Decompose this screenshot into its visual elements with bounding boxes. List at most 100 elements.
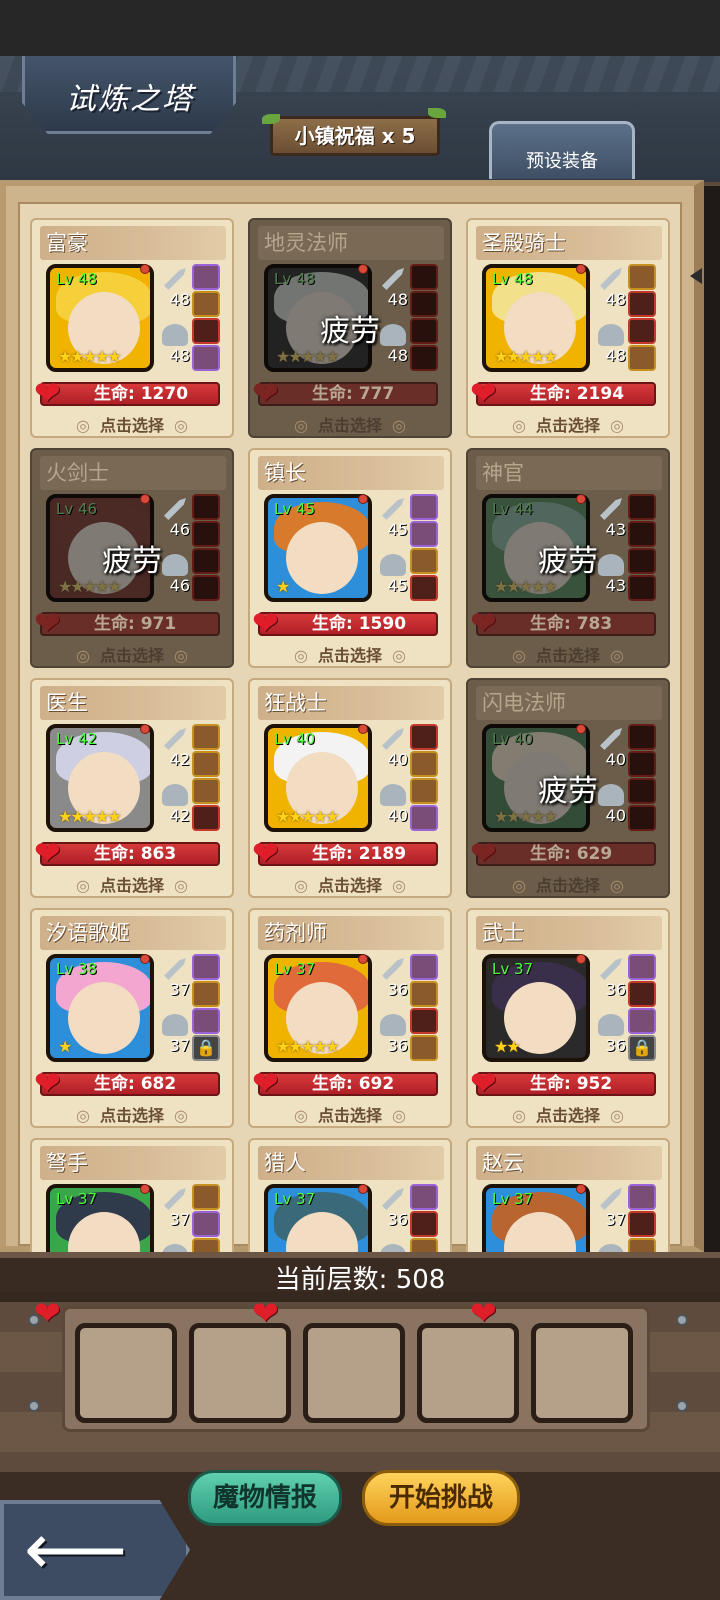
select-hint[interactable]: 点击选择 bbox=[32, 642, 232, 666]
equipment-slot-icon[interactable] bbox=[410, 318, 438, 344]
equipment-slot-icon[interactable] bbox=[628, 1211, 656, 1237]
equipment-slot-icon[interactable] bbox=[192, 778, 220, 804]
equipment-slot-icon[interactable] bbox=[410, 521, 438, 547]
equipment-slot-icon[interactable] bbox=[192, 575, 220, 601]
equipment-slot-icon[interactable] bbox=[410, 575, 438, 601]
equipment-slot-icon[interactable] bbox=[192, 1184, 220, 1210]
equipment-slot-icon[interactable] bbox=[628, 575, 656, 601]
equipment-slot-icon[interactable] bbox=[410, 264, 438, 290]
equipment-slot-icon[interactable] bbox=[192, 521, 220, 547]
equipment-slot-icon[interactable] bbox=[192, 805, 220, 831]
equipment-slot-icon[interactable] bbox=[410, 1035, 438, 1061]
select-hint[interactable]: 点击选择 bbox=[250, 642, 450, 666]
equipment-slot-icon[interactable] bbox=[628, 1184, 656, 1210]
equipment-slot-icon[interactable] bbox=[192, 1211, 220, 1237]
equipment-slot-icon[interactable] bbox=[192, 494, 220, 520]
hero-name: 医生 bbox=[40, 686, 226, 720]
hero-card[interactable]: 汐语歌姬 Lv 38 ★ 37 37 🔒 ❤ 生命: 682 点击选择 bbox=[30, 908, 234, 1128]
equipment-slot-icon[interactable] bbox=[628, 981, 656, 1007]
hero-card[interactable]: 富豪 Lv 48 ★★★★★ 48 48 ❤ 生命: 1270 点击选择 bbox=[30, 218, 234, 438]
hero-card[interactable]: 火剑士 Lv 46 ★★★★★ 46 46 疲劳 ❤ 生命: 971 点击选择 bbox=[30, 448, 234, 668]
lock-icon[interactable]: 🔒 bbox=[628, 1035, 656, 1061]
equipment-slot-icon[interactable] bbox=[628, 805, 656, 831]
equipment-slot-icon[interactable] bbox=[410, 1008, 438, 1034]
equipment-slot-icon[interactable] bbox=[410, 291, 438, 317]
equipment-slot-icon[interactable] bbox=[410, 751, 438, 777]
equipment-slot-icon[interactable] bbox=[192, 318, 220, 344]
equipment-slot-icon[interactable] bbox=[410, 954, 438, 980]
hero-card[interactable]: 狂战士 Lv 40 ★★★★★ 40 40 ❤ 生命: 2189 点击选择 bbox=[248, 678, 452, 898]
equipment-slot-icon[interactable] bbox=[192, 724, 220, 750]
equipment-slot-icon[interactable] bbox=[628, 1008, 656, 1034]
equipment-slot-icon[interactable] bbox=[410, 345, 438, 371]
team-slot[interactable] bbox=[189, 1323, 291, 1423]
team-slot[interactable] bbox=[531, 1323, 633, 1423]
equipment-slot-icon[interactable] bbox=[410, 1211, 438, 1237]
equipment-slot-icon[interactable] bbox=[628, 954, 656, 980]
equipment-slot-icon[interactable] bbox=[192, 981, 220, 1007]
select-hint[interactable]: 点击选择 bbox=[468, 1102, 668, 1126]
notification-dot bbox=[358, 954, 368, 964]
hero-card[interactable]: 镇长 Lv 45 ★ 45 45 ❤ 生命: 1590 点击选择 bbox=[248, 448, 452, 668]
hero-portrait[interactable]: Lv 48 ★★★★★ bbox=[46, 264, 154, 372]
hero-card[interactable]: 地灵法师 Lv 48 ★★★★★ 48 48 疲劳 ❤ 生命: 777 点击选择 bbox=[248, 218, 452, 438]
equipment-slot-icon[interactable] bbox=[192, 548, 220, 574]
preset-equipment-button[interactable]: 预设装备 bbox=[489, 121, 635, 179]
hero-card[interactable]: 药剂师 Lv 37 ★★★★★ 36 36 ❤ 生命: 692 点击选择 bbox=[248, 908, 452, 1128]
equipment-slot-icon[interactable] bbox=[628, 778, 656, 804]
select-hint[interactable]: 点击选择 bbox=[250, 1102, 450, 1126]
select-hint[interactable]: 点击选择 bbox=[32, 1102, 232, 1126]
hero-card[interactable]: 医生 Lv 42 ★★★★★ 42 42 ❤ 生命: 863 点击选择 bbox=[30, 678, 234, 898]
hero-portrait[interactable]: Lv 38 ★ bbox=[46, 954, 154, 1062]
page-title: 试炼之塔 bbox=[66, 82, 194, 117]
helmet-icon bbox=[598, 1014, 624, 1036]
equipment-slot-icon[interactable] bbox=[192, 345, 220, 371]
select-hint[interactable]: 点击选择 bbox=[468, 642, 668, 666]
equipment-slot-icon[interactable] bbox=[628, 548, 656, 574]
team-slot[interactable] bbox=[417, 1323, 519, 1423]
equipment-slot-icon[interactable] bbox=[410, 494, 438, 520]
equipment-slot-icon[interactable] bbox=[628, 264, 656, 290]
select-hint[interactable]: 点击选择 bbox=[468, 412, 668, 436]
hero-card[interactable]: 武士 Lv 37 ★★ 36 36 🔒 ❤ 生命: 952 点击选择 bbox=[466, 908, 670, 1128]
equipment-slot-icon[interactable] bbox=[192, 264, 220, 290]
equipment-slot-icon[interactable] bbox=[192, 954, 220, 980]
hero-portrait[interactable]: Lv 48 ★★★★★ bbox=[482, 264, 590, 372]
select-hint[interactable]: 点击选择 bbox=[468, 872, 668, 896]
equipment-slot-icon[interactable] bbox=[410, 1184, 438, 1210]
equipment-slot-icon[interactable] bbox=[192, 291, 220, 317]
hero-card[interactable]: 闪电法师 Lv 40 ★★★★★ 40 40 疲劳 ❤ 生命: 629 点击选择 bbox=[466, 678, 670, 898]
equipment-slot-icon[interactable] bbox=[410, 724, 438, 750]
equipment-slot-icon[interactable] bbox=[192, 1008, 220, 1034]
select-hint[interactable]: 点击选择 bbox=[32, 412, 232, 436]
lock-icon[interactable]: 🔒 bbox=[192, 1035, 220, 1061]
hero-card[interactable]: 神官 Lv 44 ★★★★★ 43 43 疲劳 ❤ 生命: 783 点击选择 bbox=[466, 448, 670, 668]
equipment-slot-icon[interactable] bbox=[628, 494, 656, 520]
equipment-slot-icon[interactable] bbox=[410, 981, 438, 1007]
start-challenge-button[interactable]: 开始挑战 bbox=[362, 1470, 520, 1526]
equipment-slot-icon[interactable] bbox=[628, 521, 656, 547]
select-hint[interactable]: 点击选择 bbox=[250, 412, 450, 436]
equipment-slot-icon[interactable] bbox=[628, 751, 656, 777]
monster-info-button[interactable]: 魔物情报 bbox=[188, 1470, 342, 1526]
hero-portrait[interactable]: Lv 45 ★ bbox=[264, 494, 372, 602]
team-slot[interactable] bbox=[75, 1323, 177, 1423]
notification-dot bbox=[358, 494, 368, 504]
hero-card[interactable]: 圣殿骑士 Lv 48 ★★★★★ 48 48 ❤ 生命: 2194 点击选择 bbox=[466, 218, 670, 438]
equipment-slot-icon[interactable] bbox=[192, 751, 220, 777]
equipment-slot-icon[interactable] bbox=[628, 318, 656, 344]
hero-portrait[interactable]: Lv 37 ★★★★★ bbox=[264, 954, 372, 1062]
equipment-slot-icon[interactable] bbox=[410, 778, 438, 804]
equipment-slot-icon[interactable] bbox=[628, 291, 656, 317]
helmet-icon bbox=[162, 784, 188, 806]
equipment-slot-icon[interactable] bbox=[410, 548, 438, 574]
select-hint[interactable]: 点击选择 bbox=[250, 872, 450, 896]
hero-portrait[interactable]: Lv 37 ★★ bbox=[482, 954, 590, 1062]
hero-portrait[interactable]: Lv 42 ★★★★★ bbox=[46, 724, 154, 832]
hero-portrait[interactable]: Lv 40 ★★★★★ bbox=[264, 724, 372, 832]
equipment-slot-icon[interactable] bbox=[628, 724, 656, 750]
equipment-slot-icon[interactable] bbox=[628, 345, 656, 371]
select-hint[interactable]: 点击选择 bbox=[32, 872, 232, 896]
equipment-slot-icon[interactable] bbox=[410, 805, 438, 831]
team-slot[interactable] bbox=[303, 1323, 405, 1423]
